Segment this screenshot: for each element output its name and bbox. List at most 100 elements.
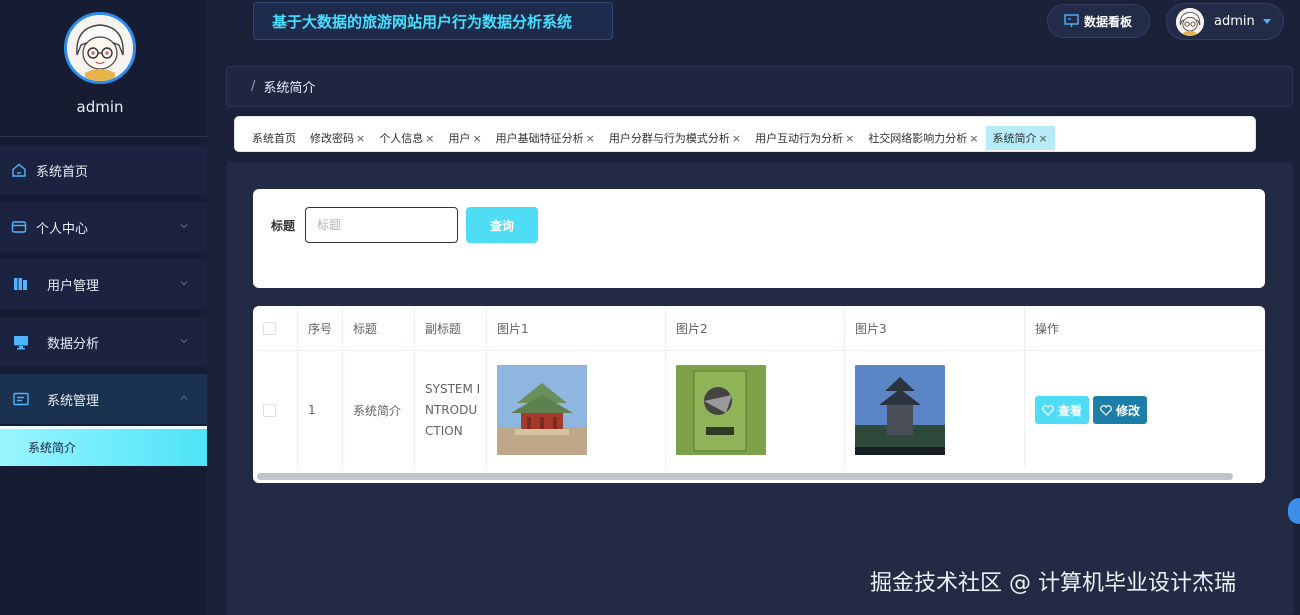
edit-label: 修改 [1116, 403, 1141, 418]
tag-system-intro[interactable]: 系统简介 × [985, 126, 1055, 150]
search-form: 标题 查询 [253, 189, 1265, 288]
sidebar-item-home[interactable]: 系统首页 [0, 145, 207, 195]
chevron-down-icon [180, 281, 188, 286]
cell-image3 [845, 351, 1025, 469]
image3-thumbnail[interactable] [855, 365, 945, 455]
checkbox[interactable] [263, 322, 276, 335]
cell-image1 [487, 351, 666, 469]
tag-label: 用户 [448, 132, 471, 145]
close-icon[interactable]: × [732, 132, 741, 145]
scrollbar-thumb[interactable] [257, 473, 1233, 480]
tag-user[interactable]: 用户 × [441, 126, 488, 150]
search-button[interactable]: 查询 [466, 207, 538, 243]
view-button[interactable]: 查看 [1035, 396, 1090, 424]
book-cover-image-icon [676, 365, 766, 455]
tag-personal-info[interactable]: 个人信息 × [372, 126, 441, 150]
settings-panel-icon [13, 392, 29, 406]
tag-home[interactable]: 系统首页 [245, 126, 303, 150]
sidebar-item-user-management[interactable]: 用户管理 [0, 259, 207, 309]
monitor-icon [14, 336, 28, 350]
pavilion-image-icon [497, 365, 587, 455]
breadcrumb-separator: / [251, 79, 256, 94]
search-title-label: 标题 [271, 219, 296, 233]
dashboard-icon [1064, 14, 1079, 27]
tag-social-influence[interactable]: 社交网络影响力分析 × [861, 126, 985, 150]
tag-user-segmentation[interactable]: 用户分群与行为模式分析 × [602, 126, 748, 150]
image2-thumbnail[interactable] [676, 365, 766, 455]
sidebar-item-label: 个人中心 [36, 221, 89, 237]
tower-image-icon [855, 365, 945, 455]
sidebar-divider [0, 136, 207, 137]
sidebar-item-label: 系统管理 [47, 393, 100, 409]
header-select-all[interactable] [253, 306, 298, 351]
close-icon[interactable]: × [845, 132, 854, 145]
home-icon [12, 163, 26, 177]
dashboard-label: 数据看板 [1084, 14, 1133, 29]
chevron-down-icon [180, 339, 188, 344]
tag-label: 修改密码 [310, 132, 354, 145]
tags-view-bar: 系统首页 修改密码 × 个人信息 × 用户 × 用户基础特征分析 × 用户分群与行为模式… [234, 116, 1256, 152]
sidebar: admin 系统首页 个人中心 用户管理 数据分析 系统管理 系统简介 [0, 0, 207, 615]
tag-label: 社交网络影响力分析 [868, 132, 968, 145]
tag-user-basic-features[interactable]: 用户基础特征分析 × [489, 126, 602, 150]
view-label: 查看 [1058, 403, 1083, 418]
sidebar-item-personal-center[interactable]: 个人中心 [0, 202, 207, 252]
cell-index: 1 [298, 351, 343, 469]
close-icon[interactable]: × [425, 132, 434, 145]
header-index: 序号 [298, 306, 343, 351]
sidebar-username: admin [76, 98, 124, 116]
close-icon[interactable]: × [1039, 132, 1048, 145]
header-subtitle: 副标题 [415, 306, 487, 351]
bookshelf-icon [14, 278, 27, 290]
breadcrumb: / 系统简介 [226, 66, 1293, 107]
header-image1: 图片1 [487, 306, 666, 351]
edit-button[interactable]: 修改 [1093, 396, 1148, 424]
sidebar-item-data-analysis[interactable]: 数据分析 [0, 317, 207, 367]
avatar-illustration-icon [1176, 7, 1204, 36]
sidebar-item-label: 用户管理 [47, 278, 100, 294]
checkbox[interactable] [263, 403, 276, 417]
user-menu[interactable]: admin [1166, 3, 1284, 40]
close-icon[interactable]: × [969, 132, 978, 145]
avatar[interactable] [64, 12, 136, 84]
breadcrumb-current[interactable]: 系统简介 [263, 77, 315, 96]
close-icon[interactable]: × [586, 132, 595, 145]
cell-title: 系统简介 [343, 351, 415, 469]
close-icon[interactable]: × [472, 132, 481, 145]
cell-subtitle: SYSTEM INTRODUCTION [415, 351, 487, 469]
tag-label: 个人信息 [379, 132, 424, 145]
dashboard-button[interactable]: 数据看板 [1047, 4, 1150, 38]
header-username: admin [1214, 14, 1255, 29]
tag-user-interaction[interactable]: 用户互动行为分析 × [748, 126, 861, 150]
sidebar-subitem-system-intro[interactable]: 系统简介 [0, 426, 207, 466]
sidebar-item-label: 系统首页 [36, 164, 89, 180]
heart-icon [1042, 404, 1054, 416]
tag-label: 系统首页 [252, 132, 296, 145]
tag-label: 用户互动行为分析 [755, 132, 844, 145]
tag-label: 用户分群与行为模式分析 [608, 132, 730, 145]
cell-image2 [666, 351, 845, 469]
chevron-down-icon [180, 224, 188, 229]
header-image2: 图片2 [666, 306, 845, 351]
header-title: 标题 [343, 306, 415, 351]
header-actions: 操作 [1035, 322, 1060, 336]
tag-label: 系统简介 [992, 132, 1037, 145]
data-table: 序号 标题 副标题 图片1 图片2 图片3 操作 1 系统简介 SYSTEM I… [253, 306, 1265, 483]
watermark: 掘金技术社区 @ 计算机毕业设计杰瑞 [870, 571, 1236, 596]
caret-down-icon [1263, 19, 1271, 24]
close-icon[interactable]: × [356, 132, 365, 145]
heart-icon [1100, 404, 1112, 416]
sidebar-item-label: 数据分析 [47, 336, 100, 352]
table-row [253, 351, 298, 469]
app-title: 基于大数据的旅游网站用户行为数据分析系统 [253, 2, 613, 40]
sidebar-item-system-management[interactable]: 系统管理 [0, 374, 207, 424]
cell-actions: 查看 修改 [1025, 351, 1265, 469]
tag-label: 用户基础特征分析 [495, 132, 584, 145]
image1-thumbnail[interactable] [497, 365, 587, 455]
floating-action-button[interactable] [1288, 498, 1300, 524]
avatar-illustration-icon [67, 15, 133, 81]
horizontal-scrollbar[interactable] [253, 469, 1265, 483]
search-title-input[interactable] [305, 207, 458, 243]
chevron-up-icon [180, 395, 188, 400]
tag-change-password[interactable]: 修改密码 × [303, 126, 372, 150]
